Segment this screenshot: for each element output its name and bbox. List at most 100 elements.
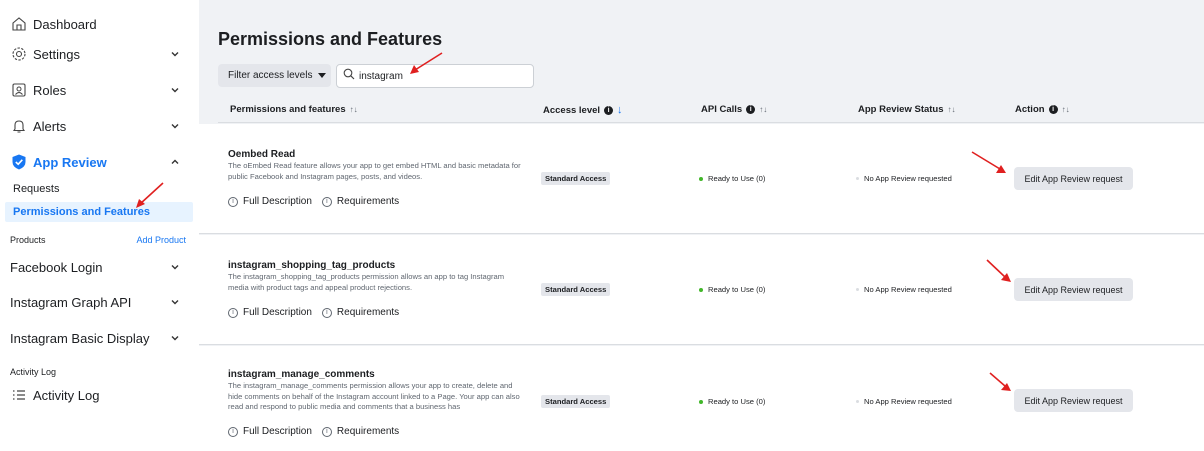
access-level-badge: Standard Access bbox=[541, 395, 611, 408]
status-dot bbox=[699, 399, 703, 404]
row-links: i Full Description i Requirements bbox=[228, 196, 399, 207]
api-calls-label: Ready to Use (0) bbox=[708, 174, 766, 183]
permission-name: Oembed Read bbox=[228, 149, 296, 160]
info-icon: i bbox=[746, 105, 756, 114]
edit-app-review-request-button[interactable]: Edit App Review request bbox=[1014, 278, 1133, 301]
filter-access-levels-button[interactable]: Filter access levels bbox=[218, 64, 331, 87]
activity-section-label: Activity Log bbox=[10, 367, 57, 377]
status-dot bbox=[699, 176, 703, 181]
chevron-down-icon bbox=[170, 297, 180, 307]
filter-button-label: Filter access levels bbox=[228, 70, 313, 81]
permission-description: The oEmbed Read feature allows your app … bbox=[228, 161, 521, 181]
app-review-status: No App Review requested bbox=[856, 174, 952, 183]
list-icon bbox=[10, 386, 28, 404]
app-review-status: No App Review requested bbox=[856, 397, 952, 406]
info-icon: i bbox=[321, 426, 332, 437]
sidebar-item-settings[interactable]: Settings bbox=[0, 44, 199, 64]
app-review-status: No App Review requested bbox=[856, 285, 952, 294]
access-level-badge: Standard Access bbox=[541, 283, 611, 296]
review-status-label: No App Review requested bbox=[864, 285, 952, 294]
column-header-api-calls[interactable]: API Calls i ↑↓ bbox=[701, 104, 767, 115]
column-header-access-level[interactable]: Access level i ↓ bbox=[543, 104, 623, 116]
sidebar-item-dashboard[interactable]: Dashboard bbox=[0, 14, 199, 34]
home-icon bbox=[10, 15, 28, 33]
sort-icon: ↑↓ bbox=[947, 105, 956, 114]
sidebar-item-label: Roles bbox=[33, 82, 67, 98]
access-level-badge: Standard Access bbox=[541, 172, 611, 185]
info-icon: i bbox=[228, 196, 238, 207]
requirements-label: Requirements bbox=[336, 426, 400, 437]
api-calls-label: Ready to Use (0) bbox=[708, 285, 766, 294]
api-calls-status: Ready to Use (0) bbox=[699, 397, 765, 406]
full-description-label: Full Description bbox=[243, 307, 312, 318]
sort-down-icon: ↓ bbox=[617, 104, 623, 116]
column-header-app-review-status[interactable]: App Review Status ↑↓ bbox=[858, 104, 956, 115]
chevron-down-icon bbox=[170, 262, 180, 272]
table-row: instagram_manage_comments The instagram_… bbox=[199, 346, 1204, 451]
column-header-label: Access level bbox=[543, 104, 601, 116]
edit-app-review-request-button[interactable]: Edit App Review request bbox=[1014, 167, 1133, 190]
requirements-link[interactable]: i Requirements bbox=[321, 196, 399, 207]
chevron-down-icon bbox=[170, 121, 180, 131]
full-description-label: Full Description bbox=[243, 426, 312, 437]
sidebar-subitem-permissions[interactable]: Permissions and Features bbox=[5, 202, 193, 222]
permission-description: The instagram_manage_comments permission… bbox=[228, 381, 520, 411]
add-product-link[interactable]: Add Product bbox=[136, 235, 186, 245]
row-links: i Full Description i Requirements bbox=[228, 307, 399, 318]
status-dot bbox=[699, 287, 703, 292]
status-dot bbox=[856, 177, 859, 180]
review-status-label: No App Review requested bbox=[864, 174, 952, 183]
status-dot bbox=[856, 400, 859, 403]
roles-icon bbox=[10, 81, 28, 99]
full-description-link[interactable]: i Full Description bbox=[228, 307, 312, 318]
sidebar-item-label: Activity Log bbox=[33, 387, 100, 403]
sidebar-subitem-requests[interactable]: Requests bbox=[5, 179, 193, 199]
column-header-label: API Calls bbox=[701, 104, 743, 115]
table-row: Oembed Read The oEmbed Read feature allo… bbox=[199, 124, 1204, 234]
info-icon: i bbox=[321, 307, 332, 318]
requirements-label: Requirements bbox=[336, 307, 400, 318]
sort-icon: ↑↓ bbox=[759, 105, 768, 114]
search-box[interactable] bbox=[336, 64, 534, 88]
column-header-label: Action bbox=[1015, 104, 1045, 115]
full-description-label: Full Description bbox=[243, 196, 312, 207]
sort-icon: ↑↓ bbox=[1061, 105, 1070, 114]
sort-icon: ↑↓ bbox=[349, 105, 358, 114]
sidebar-subitem-label: Requests bbox=[13, 183, 60, 195]
sidebar-item-facebook-login[interactable]: Facebook Login bbox=[0, 257, 199, 277]
requirements-link[interactable]: i Requirements bbox=[321, 307, 400, 318]
edit-app-review-request-button[interactable]: Edit App Review request bbox=[1014, 389, 1133, 412]
requirements-link[interactable]: i Requirements bbox=[321, 426, 400, 437]
column-header-label: Permissions and features bbox=[230, 104, 346, 115]
sidebar-item-alerts[interactable]: Alerts bbox=[0, 116, 199, 136]
column-header-permissions[interactable]: Permissions and features ↑↓ bbox=[230, 104, 358, 115]
api-calls-label: Ready to Use (0) bbox=[708, 397, 766, 406]
permission-name: instagram_manage_comments bbox=[228, 369, 375, 380]
chevron-down-icon bbox=[170, 49, 180, 59]
permission-name: instagram_shopping_tag_products bbox=[228, 260, 396, 271]
sidebar-item-activity-log[interactable]: Activity Log bbox=[0, 385, 199, 405]
info-icon: i bbox=[1048, 105, 1058, 114]
chevron-down-icon bbox=[170, 85, 180, 95]
annotation-arrow bbox=[971, 151, 1006, 173]
full-description-link[interactable]: i Full Description bbox=[228, 196, 312, 207]
info-icon: i bbox=[321, 196, 332, 207]
full-description-link[interactable]: i Full Description bbox=[228, 426, 312, 437]
sidebar-item-app-review[interactable]: App Review bbox=[0, 152, 199, 172]
search-input[interactable] bbox=[359, 70, 519, 82]
main-content: Permissions and Features Filter access l… bbox=[199, 0, 1204, 451]
info-icon: i bbox=[228, 307, 238, 318]
search-icon bbox=[343, 67, 355, 85]
column-header-action[interactable]: Action i ↑↓ bbox=[1015, 104, 1070, 115]
sidebar-subitem-label: Permissions and Features bbox=[13, 206, 150, 218]
sidebar-item-roles[interactable]: Roles bbox=[0, 80, 199, 100]
page-title: Permissions and Features bbox=[218, 29, 443, 49]
bell-icon bbox=[10, 117, 28, 135]
sidebar-item-instagram-basic-display[interactable]: Instagram Basic Display bbox=[0, 328, 199, 348]
sidebar-item-instagram-graph-api[interactable]: Instagram Graph API bbox=[0, 292, 199, 312]
sidebar-item-label: Alerts bbox=[33, 118, 67, 134]
status-dot bbox=[856, 288, 859, 291]
sidebar-item-label: App Review bbox=[33, 154, 107, 170]
shield-check-icon bbox=[10, 153, 28, 171]
sidebar-item-label: Facebook Login bbox=[10, 259, 103, 275]
